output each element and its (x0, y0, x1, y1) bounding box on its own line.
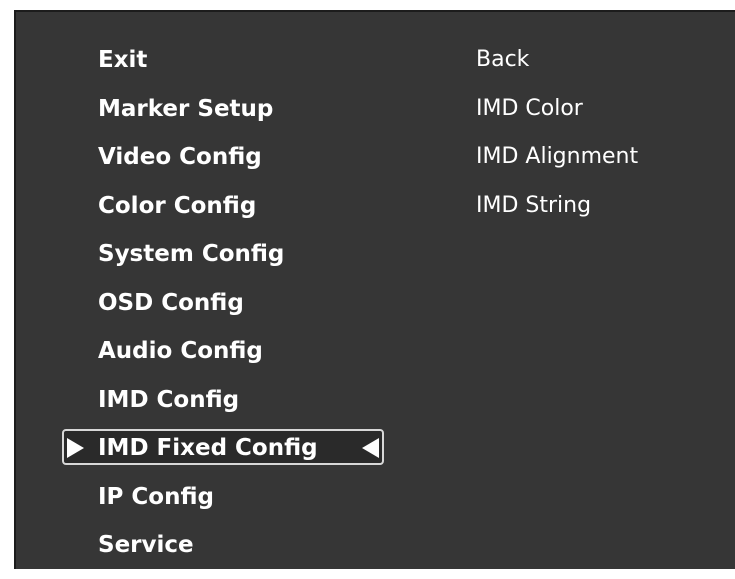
menu-item-osd-config[interactable]: OSD Config (16, 288, 416, 337)
main-menu: Exit Marker Setup Video Config Color Con… (16, 45, 416, 579)
triangle-right-icon (67, 438, 84, 458)
menu-item-label: OSD Config (98, 289, 244, 316)
triangle-left-icon (362, 438, 379, 458)
menu-item-label: IP Config (98, 483, 214, 510)
menu-item-label: Exit (98, 47, 148, 73)
menu-item-audio-config[interactable]: Audio Config (16, 336, 416, 385)
menu-item-label: Marker Setup (98, 95, 274, 122)
sub-menu: Back IMD Color IMD Alignment IMD String (476, 45, 735, 239)
menu-item-exit[interactable]: Exit (16, 45, 416, 94)
menu-item-label: Video Config (98, 144, 262, 170)
menu-item-label: Service (98, 532, 194, 558)
menu-item-imd-config[interactable]: IMD Config (16, 385, 416, 434)
menu-item-system-config[interactable]: System Config (16, 239, 416, 288)
menu-item-label: Color Config (98, 192, 257, 219)
submenu-item-label: IMD Alignment (476, 144, 639, 169)
submenu-item-imd-color[interactable]: IMD Color (476, 94, 735, 143)
menu-item-marker-setup[interactable]: Marker Setup (16, 94, 416, 143)
menu-item-label: IMD Config (98, 386, 240, 413)
submenu-item-label: IMD String (476, 192, 592, 218)
submenu-item-back[interactable]: Back (476, 45, 735, 94)
submenu-item-imd-string[interactable]: IMD String (476, 191, 735, 240)
menu-item-video-config[interactable]: Video Config (16, 142, 416, 191)
menu-item-label: System Config (98, 241, 285, 267)
menu-item-ip-config[interactable]: IP Config (16, 482, 416, 531)
submenu-item-imd-alignment[interactable]: IMD Alignment (476, 142, 735, 191)
menu-item-color-config[interactable]: Color Config (16, 191, 416, 240)
menu-item-imd-fixed-config[interactable]: IMD Fixed Config (16, 429, 416, 482)
menu-item-service[interactable]: Service (16, 530, 416, 579)
menu-item-label: Audio Config (98, 338, 263, 364)
osd-menu-screen: Exit Marker Setup Video Config Color Con… (14, 10, 735, 569)
menu-item-label: IMD Fixed Config (98, 435, 318, 461)
submenu-item-label: Back (476, 47, 530, 72)
submenu-item-label: IMD Color (476, 95, 583, 121)
